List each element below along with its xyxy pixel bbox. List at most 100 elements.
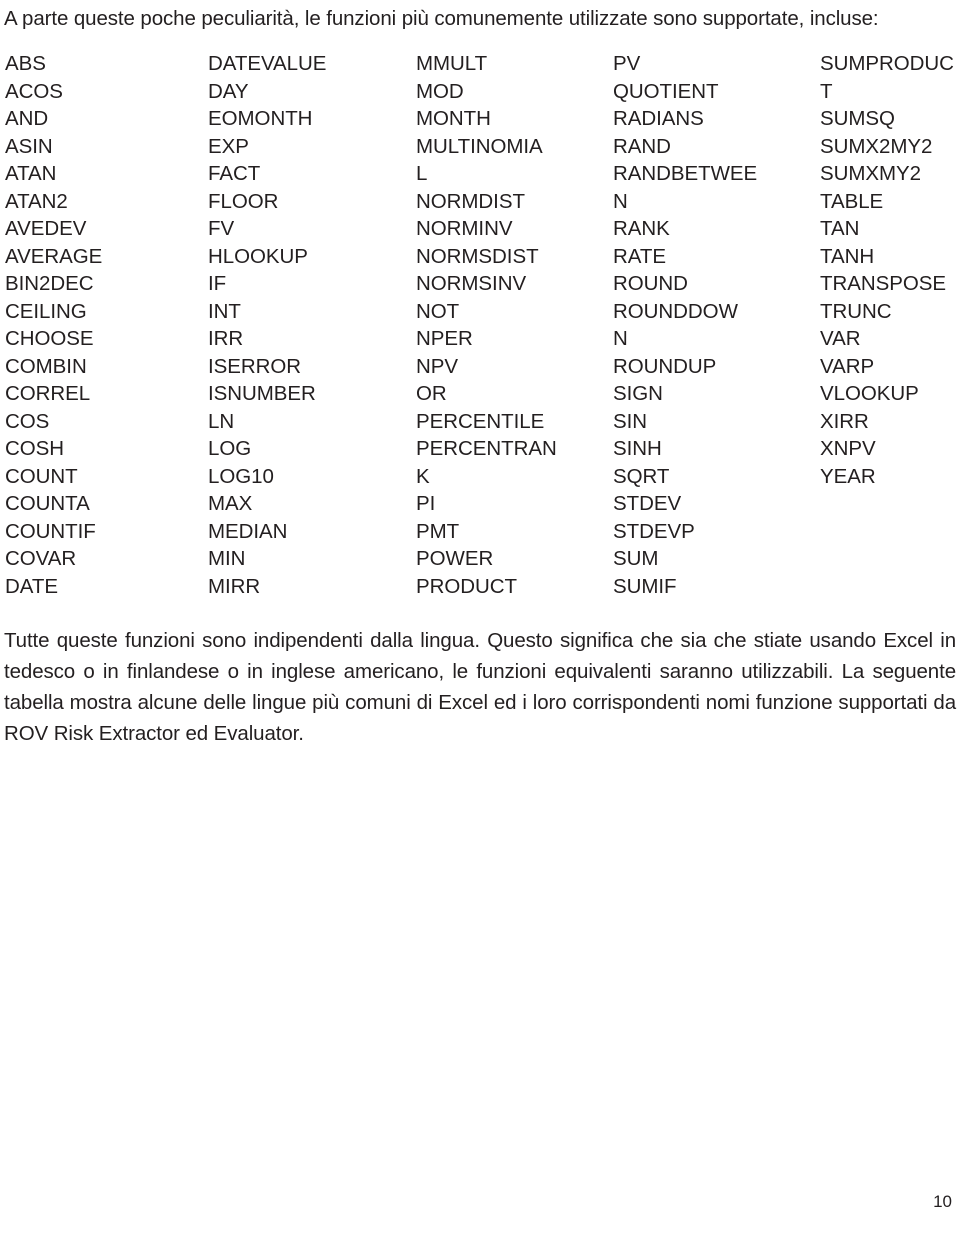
- function-column-5: SUMPRODUC T SUMSQ SUMX2MY2 SUMXMY2 TABLE TAN TA…: [820, 50, 960, 490]
- function-name: COUNT: [5, 464, 78, 488]
- intro-paragraph: A parte queste poche peculiarità, le fun…: [4, 7, 879, 30]
- function-name: FV: [208, 217, 235, 240]
- function-name: LOG: [208, 437, 252, 460]
- function-name: COSH: [5, 437, 65, 460]
- function-name: NORMSINV: [416, 272, 527, 295]
- function-name: N: [613, 327, 628, 350]
- function-name: MULTINOMIA: [416, 134, 543, 158]
- function-name: YEAR: [820, 464, 876, 488]
- function-name: NOT: [416, 299, 460, 323]
- function-name: N: [613, 189, 628, 213]
- function-column-3: MMULT MOD MONTH MULTINOMIA L NORMDIST NORMINV N…: [416, 50, 611, 600]
- function-name: PERCENTILE: [416, 409, 545, 433]
- function-name: TRUNC: [820, 299, 892, 323]
- function-name: TAN: [820, 217, 860, 240]
- function-name: STDEV: [613, 492, 682, 515]
- function-name: DATE: [5, 574, 58, 598]
- function-name: HLOOKUP: [208, 244, 308, 268]
- function-name: AVEDEV: [5, 217, 87, 240]
- function-name: PERCENTRAN: [416, 437, 557, 460]
- function-name: FACT: [208, 162, 261, 185]
- function-name: TRANSPOSE: [820, 272, 946, 295]
- function-name: MOD: [416, 79, 464, 103]
- function-name: NORMSDIST: [416, 244, 539, 268]
- function-name: MIN: [208, 547, 246, 570]
- function-name: IRR: [208, 327, 244, 350]
- function-name: SUMPRODUC: [820, 52, 954, 75]
- function-name: XNPV: [820, 437, 876, 460]
- function-name: INT: [208, 299, 241, 323]
- function-name: ATAN: [5, 162, 57, 185]
- function-name: SUMXMY2: [820, 162, 922, 185]
- function-name: L: [416, 162, 428, 185]
- function-name: COS: [5, 409, 50, 433]
- page-number: 10: [933, 1192, 952, 1211]
- function-name: CORREL: [5, 382, 91, 405]
- function-name: SQRT: [613, 464, 670, 488]
- function-name: SUMIF: [613, 574, 677, 598]
- function-name: ROUND: [613, 272, 688, 295]
- function-name: COUNTIF: [5, 519, 96, 543]
- function-column-4: PV QUOTIENT RADIANS RAND RANDBETWEE N RANK RATE…: [613, 50, 818, 600]
- function-name: ASIN: [5, 134, 53, 158]
- function-name: BIN2DEC: [5, 272, 94, 295]
- function-name: CHOOSE: [5, 327, 94, 350]
- function-name: ISNUMBER: [208, 382, 316, 405]
- function-name: COVAR: [5, 547, 77, 570]
- function-name: SUM: [613, 547, 659, 570]
- function-name: OR: [416, 382, 447, 405]
- function-name: NPV: [416, 354, 459, 378]
- function-name: SUMSQ: [820, 107, 895, 130]
- function-name: RAND: [613, 134, 671, 158]
- function-name: NORMDIST: [416, 189, 525, 213]
- function-name: STDEVP: [613, 519, 695, 543]
- function-column-2: DATEVALUE DAY EOMONTH EXP FACT FLOOR FV HLOOKUP…: [208, 50, 413, 600]
- document-page: A parte queste poche peculiarità, le fun…: [0, 0, 960, 1234]
- function-name: RANDBETWEE: [613, 162, 758, 185]
- function-name: MMULT: [416, 52, 488, 75]
- function-name: XIRR: [820, 409, 869, 433]
- function-name: RADIANS: [613, 107, 704, 130]
- function-name: ROUNDUP: [613, 354, 717, 378]
- function-name: DAY: [208, 79, 249, 103]
- function-name: MIRR: [208, 574, 261, 598]
- function-name: PV: [613, 52, 641, 75]
- function-name: COMBIN: [5, 354, 87, 378]
- function-name: AND: [5, 107, 49, 130]
- function-name: COUNTA: [5, 492, 90, 515]
- function-name: QUOTIENT: [613, 79, 719, 103]
- function-name: POWER: [416, 547, 494, 570]
- function-name: MONTH: [416, 107, 491, 130]
- function-name: SIN: [613, 409, 648, 433]
- function-name: VARP: [820, 354, 875, 378]
- function-name: RANK: [613, 217, 670, 240]
- function-name: PRODUCT: [416, 574, 518, 598]
- function-name: SUMX2MY2: [820, 134, 933, 158]
- function-name: VAR: [820, 327, 861, 350]
- function-name: VLOOKUP: [820, 382, 919, 405]
- function-name: AVERAGE: [5, 244, 103, 268]
- function-column-1: ABS ACOS AND ASIN ATAN ATAN2 AVEDEV AVERAGE BIN2…: [5, 50, 205, 600]
- function-name: T: [820, 79, 833, 103]
- function-name: MAX: [208, 492, 253, 515]
- function-name: TABLE: [820, 189, 884, 213]
- function-name: ROUNDDOW: [613, 299, 738, 323]
- function-name: TANH: [820, 244, 875, 268]
- function-name: SIGN: [613, 382, 663, 405]
- function-name: DATEVALUE: [208, 52, 327, 75]
- function-name: PMT: [416, 519, 460, 543]
- function-name: PI: [416, 492, 436, 515]
- function-name: NORMINV: [416, 217, 513, 240]
- function-name: ABS: [5, 52, 46, 75]
- function-name: ISERROR: [208, 354, 302, 378]
- function-name: IF: [208, 272, 227, 295]
- function-name: K: [416, 464, 430, 488]
- function-name: EXP: [208, 134, 249, 158]
- function-name: EOMONTH: [208, 107, 313, 130]
- function-name: CEILING: [5, 299, 87, 323]
- function-name: ACOS: [5, 79, 63, 103]
- function-name: LN: [208, 409, 235, 433]
- closing-paragraph: Tutte queste funzioni sono indipendenti …: [4, 629, 956, 745]
- function-name: RATE: [613, 244, 666, 268]
- function-name: NPER: [416, 327, 473, 350]
